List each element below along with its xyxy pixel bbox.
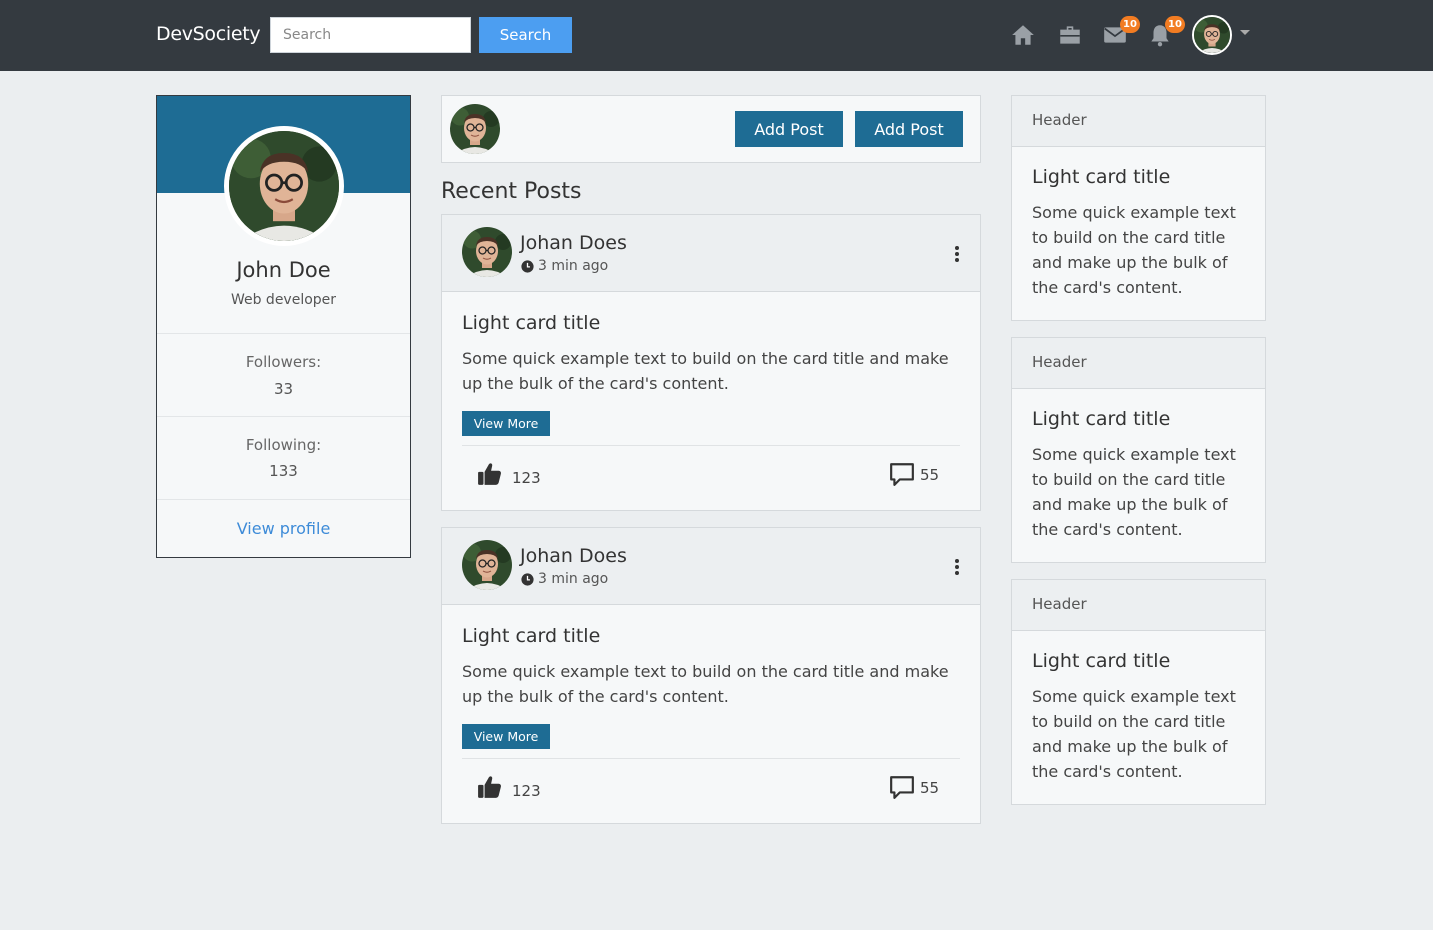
side-card-text: Some quick example text to build on the … [1032, 203, 1236, 297]
post-card: Johan Does 3 min ago Light card title So… [441, 214, 981, 511]
post-author-avatar[interactable] [462, 227, 512, 277]
post-header: Johan Does 3 min ago [442, 215, 980, 292]
side-card-text: Some quick example text to build on the … [1032, 445, 1236, 539]
post-author-avatar[interactable] [462, 540, 512, 590]
profile-role: Web developer [230, 292, 337, 308]
clock-icon [521, 260, 534, 273]
view-more-button[interactable]: View More [462, 724, 550, 749]
more-options-icon[interactable] [952, 558, 962, 576]
compose-avatar [450, 104, 500, 154]
divider [462, 445, 960, 446]
profile-card: John Doe Web developer Followers: 33 Fol… [156, 95, 411, 558]
comment-count: 55 [920, 466, 940, 484]
post-header: Johan Does 3 min ago [442, 528, 980, 605]
side-card: Header Light card title Some quick examp… [1011, 95, 1266, 321]
view-profile-link[interactable]: View profile [157, 519, 410, 538]
compose-bar: Add Post Add Post [441, 95, 981, 163]
followers-label: Followers: [245, 353, 322, 371]
briefcase-icon[interactable] [1057, 22, 1083, 48]
thumbs-up-icon[interactable] [477, 774, 503, 800]
side-card-header: Header [1012, 338, 1265, 389]
divider [157, 333, 410, 334]
side-card-text: Some quick example text to build on the … [1032, 687, 1236, 781]
bell-icon[interactable]: 10 [1147, 16, 1185, 48]
divider [157, 499, 410, 500]
chevron-down-icon[interactable] [1240, 30, 1250, 35]
top-navbar: DevSociety Search 10 10 [0, 0, 1433, 71]
brand-logo[interactable]: DevSociety [156, 23, 261, 45]
add-post-button-secondary[interactable]: Add Post [855, 111, 963, 147]
like-count: 123 [512, 469, 541, 487]
following-label: Following: [245, 436, 322, 454]
search-button[interactable]: Search [479, 17, 572, 53]
profile-name: John Doe [236, 258, 331, 282]
add-post-button[interactable]: Add Post [735, 111, 843, 147]
side-card-title: Light card title [1032, 408, 1171, 430]
post-author[interactable]: Johan Does [520, 545, 627, 567]
comment-icon[interactable] [889, 774, 915, 800]
post-timestamp: 3 min ago [538, 571, 609, 587]
comment-count: 55 [920, 779, 940, 797]
side-card-title: Light card title [1032, 650, 1171, 672]
post-body: Some quick example text to build on the … [462, 349, 949, 393]
side-card-title: Light card title [1032, 166, 1171, 188]
notifications-badge: 10 [1165, 16, 1185, 33]
user-avatar[interactable] [1192, 15, 1232, 55]
thumbs-up-icon[interactable] [477, 461, 503, 487]
clock-icon [521, 573, 534, 586]
messages-badge: 10 [1120, 16, 1140, 33]
divider [157, 416, 410, 417]
view-more-button[interactable]: View More [462, 411, 550, 436]
side-card-header: Header [1012, 96, 1265, 147]
post-timestamp: 3 min ago [538, 258, 609, 274]
home-icon[interactable] [1010, 22, 1036, 48]
side-card: Header Light card title Some quick examp… [1011, 579, 1266, 805]
search-input[interactable] [270, 17, 471, 53]
divider [462, 758, 960, 759]
side-card: Header Light card title Some quick examp… [1011, 337, 1266, 563]
post-card: Johan Does 3 min ago Light card title So… [441, 527, 981, 824]
more-options-icon[interactable] [952, 245, 962, 263]
recent-posts-heading: Recent Posts [441, 179, 582, 204]
side-card-header: Header [1012, 580, 1265, 631]
followers-count: 33 [273, 380, 294, 398]
post-title: Light card title [462, 312, 601, 334]
following-count: 133 [269, 462, 298, 480]
post-title: Light card title [462, 625, 601, 647]
envelope-icon[interactable]: 10 [1102, 16, 1140, 48]
comment-icon[interactable] [889, 461, 915, 487]
post-body: Some quick example text to build on the … [462, 662, 949, 706]
profile-avatar [224, 126, 344, 246]
post-author[interactable]: Johan Does [520, 232, 627, 254]
like-count: 123 [512, 782, 541, 800]
